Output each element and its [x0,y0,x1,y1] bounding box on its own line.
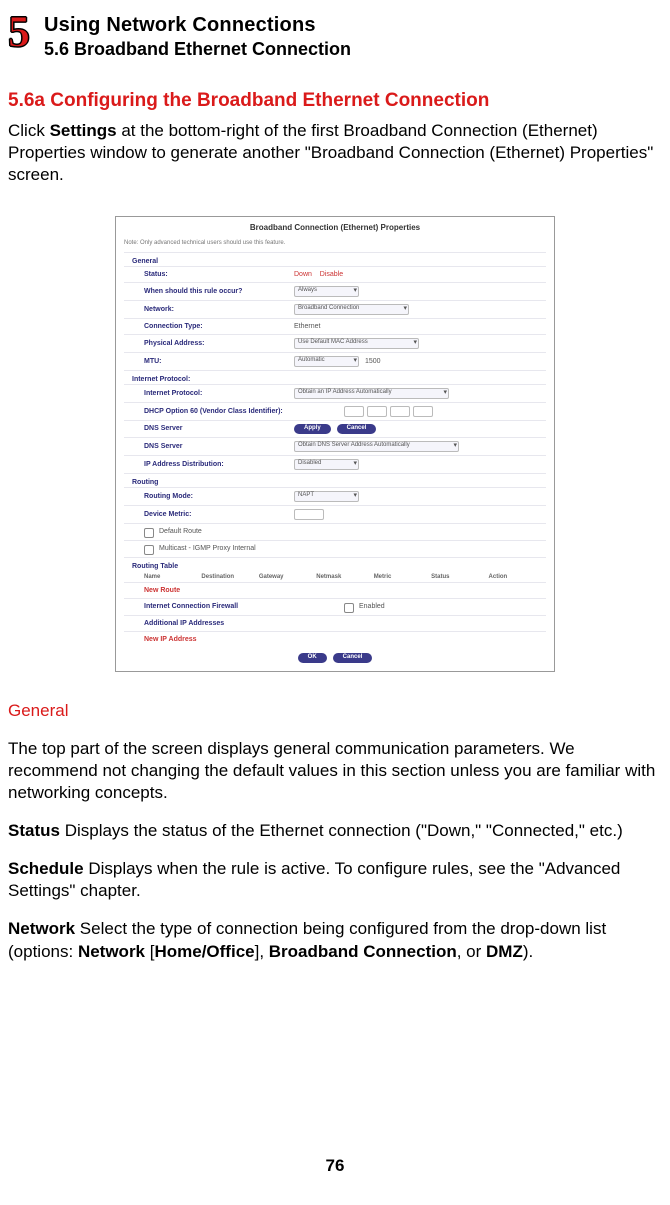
fig-conntype-label: Connection Type: [124,322,294,331]
fig-rmode-label: Routing Mode: [124,492,294,501]
general-paragraph: The top part of the screen displays gene… [8,738,662,804]
fig-rtable-header: NameDestinationGatewayNetmaskMetricStatu… [124,571,546,582]
fig-icf-label: Internet Connection Firewall [124,602,344,611]
network-desc-3: ], [255,942,269,961]
intro-text: Click [8,121,50,140]
fig-btn: Cancel [337,424,377,434]
schedule-term: Schedule [8,859,84,878]
fig-addip-label: Additional IP Addresses [124,619,344,628]
section-heading: 5.6a Configuring the Broadband Ethernet … [8,89,662,114]
chapter-title: Using Network Connections [44,12,351,38]
chapter-subsection: 5.6 Broadband Ethernet Connection [44,38,351,61]
status-paragraph: Status Displays the status of the Ethern… [8,820,662,842]
fig-ipdist-label: IP Address Distribution: [124,460,294,469]
fig-disable-link: Disable [320,270,343,279]
status-desc: Displays the status of the Ethernet conn… [60,821,623,840]
fig-dhcp-label: DHCP Option 60 (Vendor Class Identifier)… [124,407,344,416]
network-term: Network [8,919,75,938]
network-opt-1: Network [78,942,145,961]
fig-section-rtable: Routing Table [124,557,546,571]
network-opt-3: Broadband Connection [269,942,457,961]
fig-droute: Default Route [159,527,202,536]
chapter-number: 5 [8,12,30,52]
fig-rmode-select: NAPT [294,491,359,502]
network-desc-4: , or [457,942,486,961]
fig-cancel-button: Cancel [333,653,373,663]
fig-ok-button: OK [298,653,327,663]
fig-status-value: Down [294,270,312,279]
fig-bottom-buttons: OK Cancel [124,647,546,663]
fig-newroute-link: New Route [124,586,294,595]
fig-ip-select: Obtain an IP Address Automatically [294,388,449,399]
fig-schedule-label: When should this rule occur? [124,287,294,296]
status-term: Status [8,821,60,840]
fig-conntype-value: Ethernet [294,322,546,331]
network-paragraph: Network Select the type of connection be… [8,918,662,962]
fig-dns-select: Obtain DNS Server Address Automatically [294,441,459,452]
fig-mtu-select: Automatic [294,356,359,367]
schedule-paragraph: Schedule Displays when the rule is activ… [8,858,662,902]
fig-phys-select: Use Default MAC Address [294,338,419,349]
fig-dns-mode-label: DNS Server [124,442,294,451]
fig-newip-link: New IP Address [124,635,294,644]
page-header: 5 Using Network Connections 5.6 Broadban… [8,10,662,61]
figure-container: Broadband Connection (Ethernet) Properti… [8,216,662,671]
general-subheading: General [8,700,662,722]
schedule-desc: Displays when the rule is active. To con… [8,859,620,900]
page-number: 76 [0,1155,670,1177]
properties-screenshot: Broadband Connection (Ethernet) Properti… [115,216,555,671]
fig-mcast: Multicast - IGMP Proxy Internal [159,544,256,553]
fig-note: Note: Only advanced technical users shou… [124,240,546,248]
fig-phys-label: Physical Address: [124,339,294,348]
fig-network-label: Network: [124,305,294,314]
fig-mtu-label: MTU: [124,357,294,366]
fig-section-general: General [124,252,546,266]
fig-ipdist-select: Disabled [294,459,359,470]
fig-status-label: Status: [124,270,294,279]
settings-keyword: Settings [50,121,117,140]
network-opt-4: DMZ [486,942,523,961]
fig-metric-label: Device Metric: [124,510,294,519]
fig-dns-label: DNS Server [124,424,294,433]
fig-network-select: Broadband Connection [294,304,409,315]
fig-icf-value: Enabled [359,602,385,611]
fig-btn: Apply [294,424,331,434]
fig-ip-label: Internet Protocol: [124,389,294,398]
network-desc-5: ). [523,942,533,961]
fig-window-title: Broadband Connection (Ethernet) Properti… [124,223,546,233]
intro-paragraph: Click Settings at the bottom-right of th… [8,120,662,186]
fig-mtu-value: 1500 [365,357,381,366]
fig-section-ip: Internet Protocol: [124,370,546,384]
fig-section-routing: Routing [124,473,546,487]
network-opt-2: Home/Office [154,942,254,961]
fig-schedule-select: Always [294,286,359,297]
